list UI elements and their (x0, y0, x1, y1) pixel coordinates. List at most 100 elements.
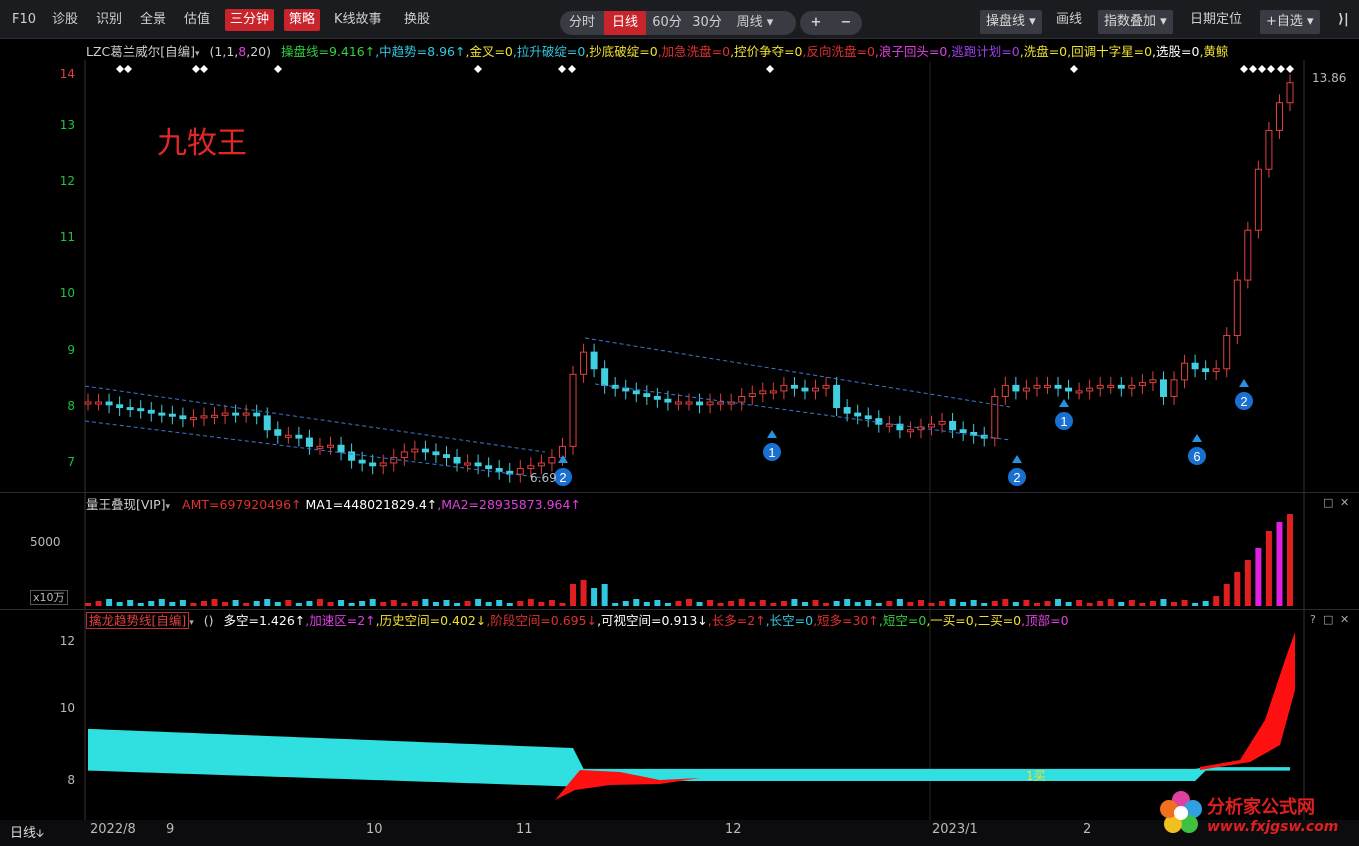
candle-body (1265, 129, 1273, 170)
candle-body (748, 393, 756, 397)
volume-bar (907, 602, 914, 606)
candlestick-series (84, 74, 1294, 483)
volume-bar (1055, 599, 1062, 606)
volume-bar (770, 603, 777, 606)
top-signal-diamond-icon (568, 65, 576, 73)
candle-body (95, 401, 103, 405)
candle-body (411, 448, 419, 453)
volume-bar (179, 600, 186, 606)
volume-bar (991, 601, 998, 606)
flower-logo-icon (1160, 791, 1202, 833)
volume-bar (148, 601, 155, 606)
candle-body (833, 384, 841, 409)
signal-markers: 2 1 2 1 6 2 (116, 65, 1294, 486)
candle-body (717, 401, 725, 405)
top-signal-diamond-icon (124, 65, 132, 73)
volume-bar (696, 602, 703, 606)
volume-bar (253, 601, 260, 606)
volume-bar (1171, 602, 1178, 606)
candle-body (938, 420, 946, 425)
candle-body (295, 434, 303, 439)
candle-body (769, 390, 777, 394)
candle-body (1065, 387, 1073, 392)
volume-bar (1002, 599, 1009, 606)
volume-bar (1076, 600, 1083, 606)
volume-bar (580, 580, 587, 606)
candle-body (1212, 368, 1220, 373)
chart-canvas[interactable]: 212162 (0, 0, 1359, 846)
volume-bar (527, 599, 534, 606)
candle-body (137, 408, 145, 412)
volume-bar (612, 603, 619, 606)
volume-bar (812, 600, 819, 606)
top-signal-diamond-icon (1249, 65, 1257, 73)
volume-bar (780, 601, 787, 606)
candle-body (1012, 384, 1020, 392)
volume-bar (200, 601, 207, 606)
volume-bar (264, 599, 271, 606)
volume-bar (1265, 531, 1272, 606)
volume-bar (380, 602, 387, 606)
volume-bar (896, 599, 903, 606)
channel-line (84, 385, 546, 453)
volume-bar (833, 601, 840, 606)
candle-body (1033, 384, 1041, 389)
candle-body (928, 423, 936, 428)
candle-body (242, 412, 250, 416)
top-signal-diamond-icon (1286, 65, 1294, 73)
volume-bar (1244, 560, 1251, 606)
time-label-2: 10 (366, 822, 383, 837)
channel-line (84, 420, 546, 479)
volume-bar (411, 601, 418, 606)
volume-bar (348, 603, 355, 606)
signal-arrow-icon (1059, 399, 1069, 407)
volume-bar (559, 603, 566, 606)
signal-marker-label: 2 (1240, 394, 1247, 409)
price-low-label: 6.69 (530, 471, 557, 485)
candle-body (1275, 102, 1283, 131)
volume-bar (791, 599, 798, 606)
candle-body (400, 451, 408, 458)
volume-bar (1107, 599, 1114, 606)
volume-bar (232, 600, 239, 606)
top-signal-diamond-icon (274, 65, 282, 73)
candle-body (421, 448, 429, 453)
volume-bar (960, 602, 967, 606)
volume-bar (1097, 601, 1104, 606)
volume-bar (591, 588, 598, 606)
volume-bar (759, 600, 766, 606)
candle-body (1254, 168, 1262, 231)
volume-bar (970, 600, 977, 606)
candle-body (1159, 379, 1167, 397)
candle-body (495, 468, 503, 472)
period-selector[interactable]: 日线🡫 (10, 822, 44, 844)
volume-bar (359, 601, 366, 606)
candle-body (706, 401, 714, 406)
volume-bar (622, 601, 629, 606)
volume-bar (886, 601, 893, 606)
candle-body (991, 395, 999, 439)
candle-body (1086, 387, 1094, 392)
candle-body (116, 404, 124, 409)
candle-body (1107, 384, 1115, 388)
volume-bar (981, 603, 988, 606)
candle-body (664, 398, 672, 403)
candle-body (84, 401, 92, 405)
volume-bar (95, 601, 102, 606)
volume-bar (1044, 601, 1051, 606)
top-signal-diamond-icon (116, 65, 124, 73)
volume-bar (496, 600, 503, 606)
volume-bar (686, 599, 692, 606)
top-signal-diamond-icon (1258, 65, 1266, 73)
candle-body (105, 401, 113, 406)
candle-body (875, 418, 883, 425)
volume-bar (211, 599, 218, 606)
candle-body (959, 429, 967, 434)
candle-body (168, 413, 176, 417)
volume-bar (338, 600, 345, 606)
candle-body (780, 384, 788, 392)
candle-body (263, 415, 271, 431)
candle-body (327, 444, 335, 448)
volume-bar (728, 601, 735, 606)
candle-body (537, 462, 545, 467)
